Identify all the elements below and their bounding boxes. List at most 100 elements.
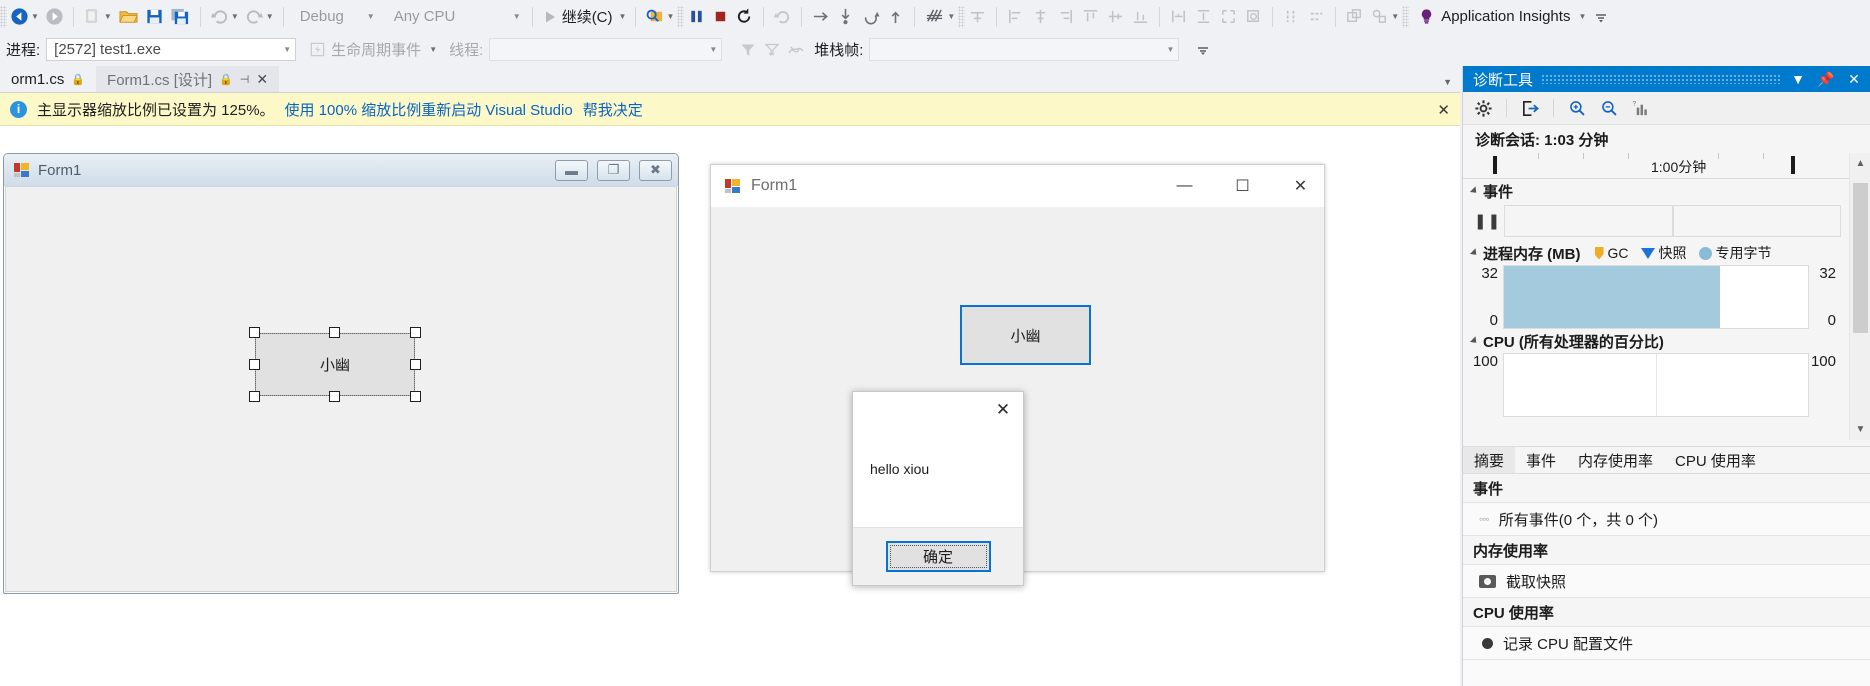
chevron-down-icon[interactable]: ▼ — [367, 12, 375, 21]
summary-events-item[interactable]: ◦◦◦ 所有事件(0 个，共 0 个) — [1463, 503, 1870, 536]
chevron-down-icon[interactable]: ▼ — [283, 45, 291, 54]
chevron-down-icon[interactable]: ▼ — [1167, 45, 1175, 54]
scrollbar-thumb[interactable] — [1853, 183, 1868, 333]
scroll-down-icon[interactable]: ▼ — [1850, 419, 1870, 440]
winforms-designer-canvas[interactable]: Form1 ▬ ❐ ✖ 小幽 Form1 — ☐ ✕ 小幽 ✕ hello xi… — [0, 126, 1460, 686]
pause-icon[interactable]: ❚❚ — [1471, 205, 1504, 237]
save-button[interactable] — [142, 4, 167, 30]
message-box-close-button[interactable]: ✕ — [983, 393, 1023, 427]
close-icon[interactable]: ✕ — [1844, 68, 1864, 90]
solution-configuration-combo[interactable]: Debug ▼ — [291, 5, 380, 28]
chevron-down-icon[interactable]: ▼ — [709, 45, 717, 54]
memory-graph-plot[interactable] — [1503, 265, 1809, 329]
lock-icon[interactable]: 🔒 — [219, 73, 233, 86]
thread-combo[interactable]: ▼ — [489, 38, 723, 61]
toolbar-grip[interactable] — [0, 5, 7, 28]
message-box-ok-button[interactable]: 确定 — [885, 541, 991, 572]
expander-triangle-icon[interactable] — [1469, 248, 1480, 258]
selected-control-wrapper[interactable]: 小幽 — [249, 327, 421, 402]
chevron-down-icon[interactable]: ▼ — [1788, 68, 1808, 90]
toolbar-grip[interactable] — [1402, 5, 1410, 28]
step-into-button[interactable] — [833, 4, 858, 30]
expander-triangle-icon[interactable] — [1469, 336, 1480, 346]
pin-icon[interactable]: 🔒 — [71, 73, 85, 86]
step-up-button[interactable] — [883, 4, 908, 30]
resize-handle-n[interactable] — [329, 327, 340, 338]
pin-icon[interactable]: 📌 — [1816, 68, 1836, 90]
reset-graph-view-icon[interactable]: ? — [1627, 95, 1655, 121]
resize-handle-s[interactable] — [329, 391, 340, 402]
run-form-close-button[interactable]: ✕ — [1277, 165, 1324, 207]
design-form-minimize-button[interactable]: ▬ — [555, 159, 588, 181]
solution-platform-combo[interactable]: Any CPU ▼ — [385, 5, 526, 28]
design-form-close-button[interactable]: ✖ — [639, 159, 672, 181]
break-all-button[interactable] — [684, 4, 708, 30]
chevron-down-icon[interactable]: ▼ — [619, 12, 627, 21]
chevron-down-icon[interactable]: ▼ — [104, 12, 112, 21]
run-form-minimize-button[interactable]: — — [1161, 165, 1208, 207]
chevron-down-icon[interactable]: ▼ — [947, 12, 955, 21]
diagnostic-vertical-scrollbar[interactable]: ▲ ▼ — [1849, 153, 1870, 440]
events-section-header[interactable]: 事件 — [1463, 179, 1849, 203]
chevron-down-icon[interactable]: ▼ — [231, 12, 239, 21]
find-in-files-button[interactable]: ▼ — [642, 4, 677, 30]
window-drag-dots[interactable] — [1541, 74, 1780, 84]
chevron-down-icon[interactable]: ▼ — [31, 12, 39, 21]
save-all-button[interactable] — [167, 4, 194, 30]
resize-handle-ne[interactable] — [410, 327, 421, 338]
tab-form1-cs-design[interactable]: Form1.cs [设计] 🔒 ⊣ ✕ — [96, 66, 280, 92]
application-insights-button[interactable]: Application Insights ▼ — [1415, 4, 1589, 30]
design-form-maximize-button[interactable]: ❐ — [597, 159, 630, 181]
stop-debugging-button[interactable] — [708, 4, 732, 30]
close-icon[interactable]: ✕ — [256, 71, 268, 88]
resize-handle-e[interactable] — [410, 359, 421, 370]
stackframe-combo[interactable]: ▼ — [869, 38, 1180, 61]
chevron-down-icon[interactable]: ▼ — [429, 45, 437, 54]
resize-handle-sw[interactable] — [249, 391, 260, 402]
run-form-maximize-button[interactable]: ☐ — [1219, 165, 1266, 207]
zoom-in-icon[interactable] — [1563, 95, 1591, 121]
summary-memory-item[interactable]: 截取快照 — [1463, 565, 1870, 598]
restart-button[interactable] — [732, 4, 757, 30]
new-item-button[interactable]: ▼ — [80, 4, 115, 30]
chevron-down-icon[interactable]: ▼ — [1391, 12, 1399, 21]
open-file-button[interactable] — [115, 4, 142, 30]
export-icon[interactable] — [1516, 95, 1544, 121]
chevron-down-icon[interactable]: ▼ — [666, 12, 674, 21]
cpu-graph-plot[interactable] — [1503, 353, 1809, 417]
tab-summary[interactable]: 摘要 — [1463, 447, 1516, 473]
design-form-body[interactable]: 小幽 — [5, 186, 677, 592]
resize-handle-nw[interactable] — [249, 327, 260, 338]
design-button-control[interactable]: 小幽 — [255, 333, 415, 396]
resize-handle-se[interactable] — [410, 391, 421, 402]
tab-form1-cs[interactable]: orm1.cs 🔒 — [0, 66, 97, 92]
design-time-form[interactable]: Form1 ▬ ❐ ✖ 小幽 — [3, 153, 679, 594]
resize-handle-w[interactable] — [249, 359, 260, 370]
process-combo[interactable]: [2572] test1.exe ▼ — [46, 38, 297, 61]
chevron-down-icon[interactable]: ▼ — [1578, 12, 1586, 21]
chevron-down-icon[interactable]: ▼ — [266, 12, 274, 21]
summary-cpu-item[interactable]: 记录 CPU 配置文件 — [1463, 627, 1870, 660]
help-me-decide-link[interactable]: 帮我决定 — [583, 99, 643, 120]
run-form-titlebar[interactable]: Form1 — ☐ ✕ — [711, 165, 1324, 207]
restart-at-100-link[interactable]: 使用 100% 缩放比例重新启动 Visual Studio — [285, 99, 573, 120]
navigate-backward-button[interactable]: ▼ — [7, 4, 42, 30]
memory-section-header[interactable]: 进程内存 (MB) GC 快照 专用字节 — [1463, 241, 1849, 265]
design-form-titlebar[interactable]: Form1 ▬ ❐ ✖ — [4, 154, 678, 186]
pin-icon[interactable]: ⊣ — [240, 73, 250, 86]
toolbar-overflow-button[interactable] — [1589, 4, 1613, 30]
debug-toolbar-overflow-button[interactable] — [1191, 37, 1215, 63]
intellitrace-button[interactable]: ▼ — [921, 4, 958, 30]
gear-icon[interactable] — [1469, 95, 1497, 121]
tab-memory-usage[interactable]: 内存使用率 — [1567, 447, 1664, 473]
toolbar-grip[interactable] — [958, 5, 966, 28]
info-bar-close-button[interactable]: ✕ — [1437, 101, 1450, 119]
toolbar-grip[interactable] — [677, 5, 685, 28]
scroll-up-icon[interactable]: ▲ — [1850, 153, 1870, 174]
expander-triangle-icon[interactable] — [1469, 186, 1480, 196]
zoom-out-icon[interactable] — [1595, 95, 1623, 121]
run-form-button[interactable]: 小幽 — [960, 305, 1091, 365]
step-out-button[interactable] — [858, 4, 883, 30]
tab-events[interactable]: 事件 — [1515, 447, 1567, 473]
step-over-button[interactable] — [808, 4, 833, 30]
